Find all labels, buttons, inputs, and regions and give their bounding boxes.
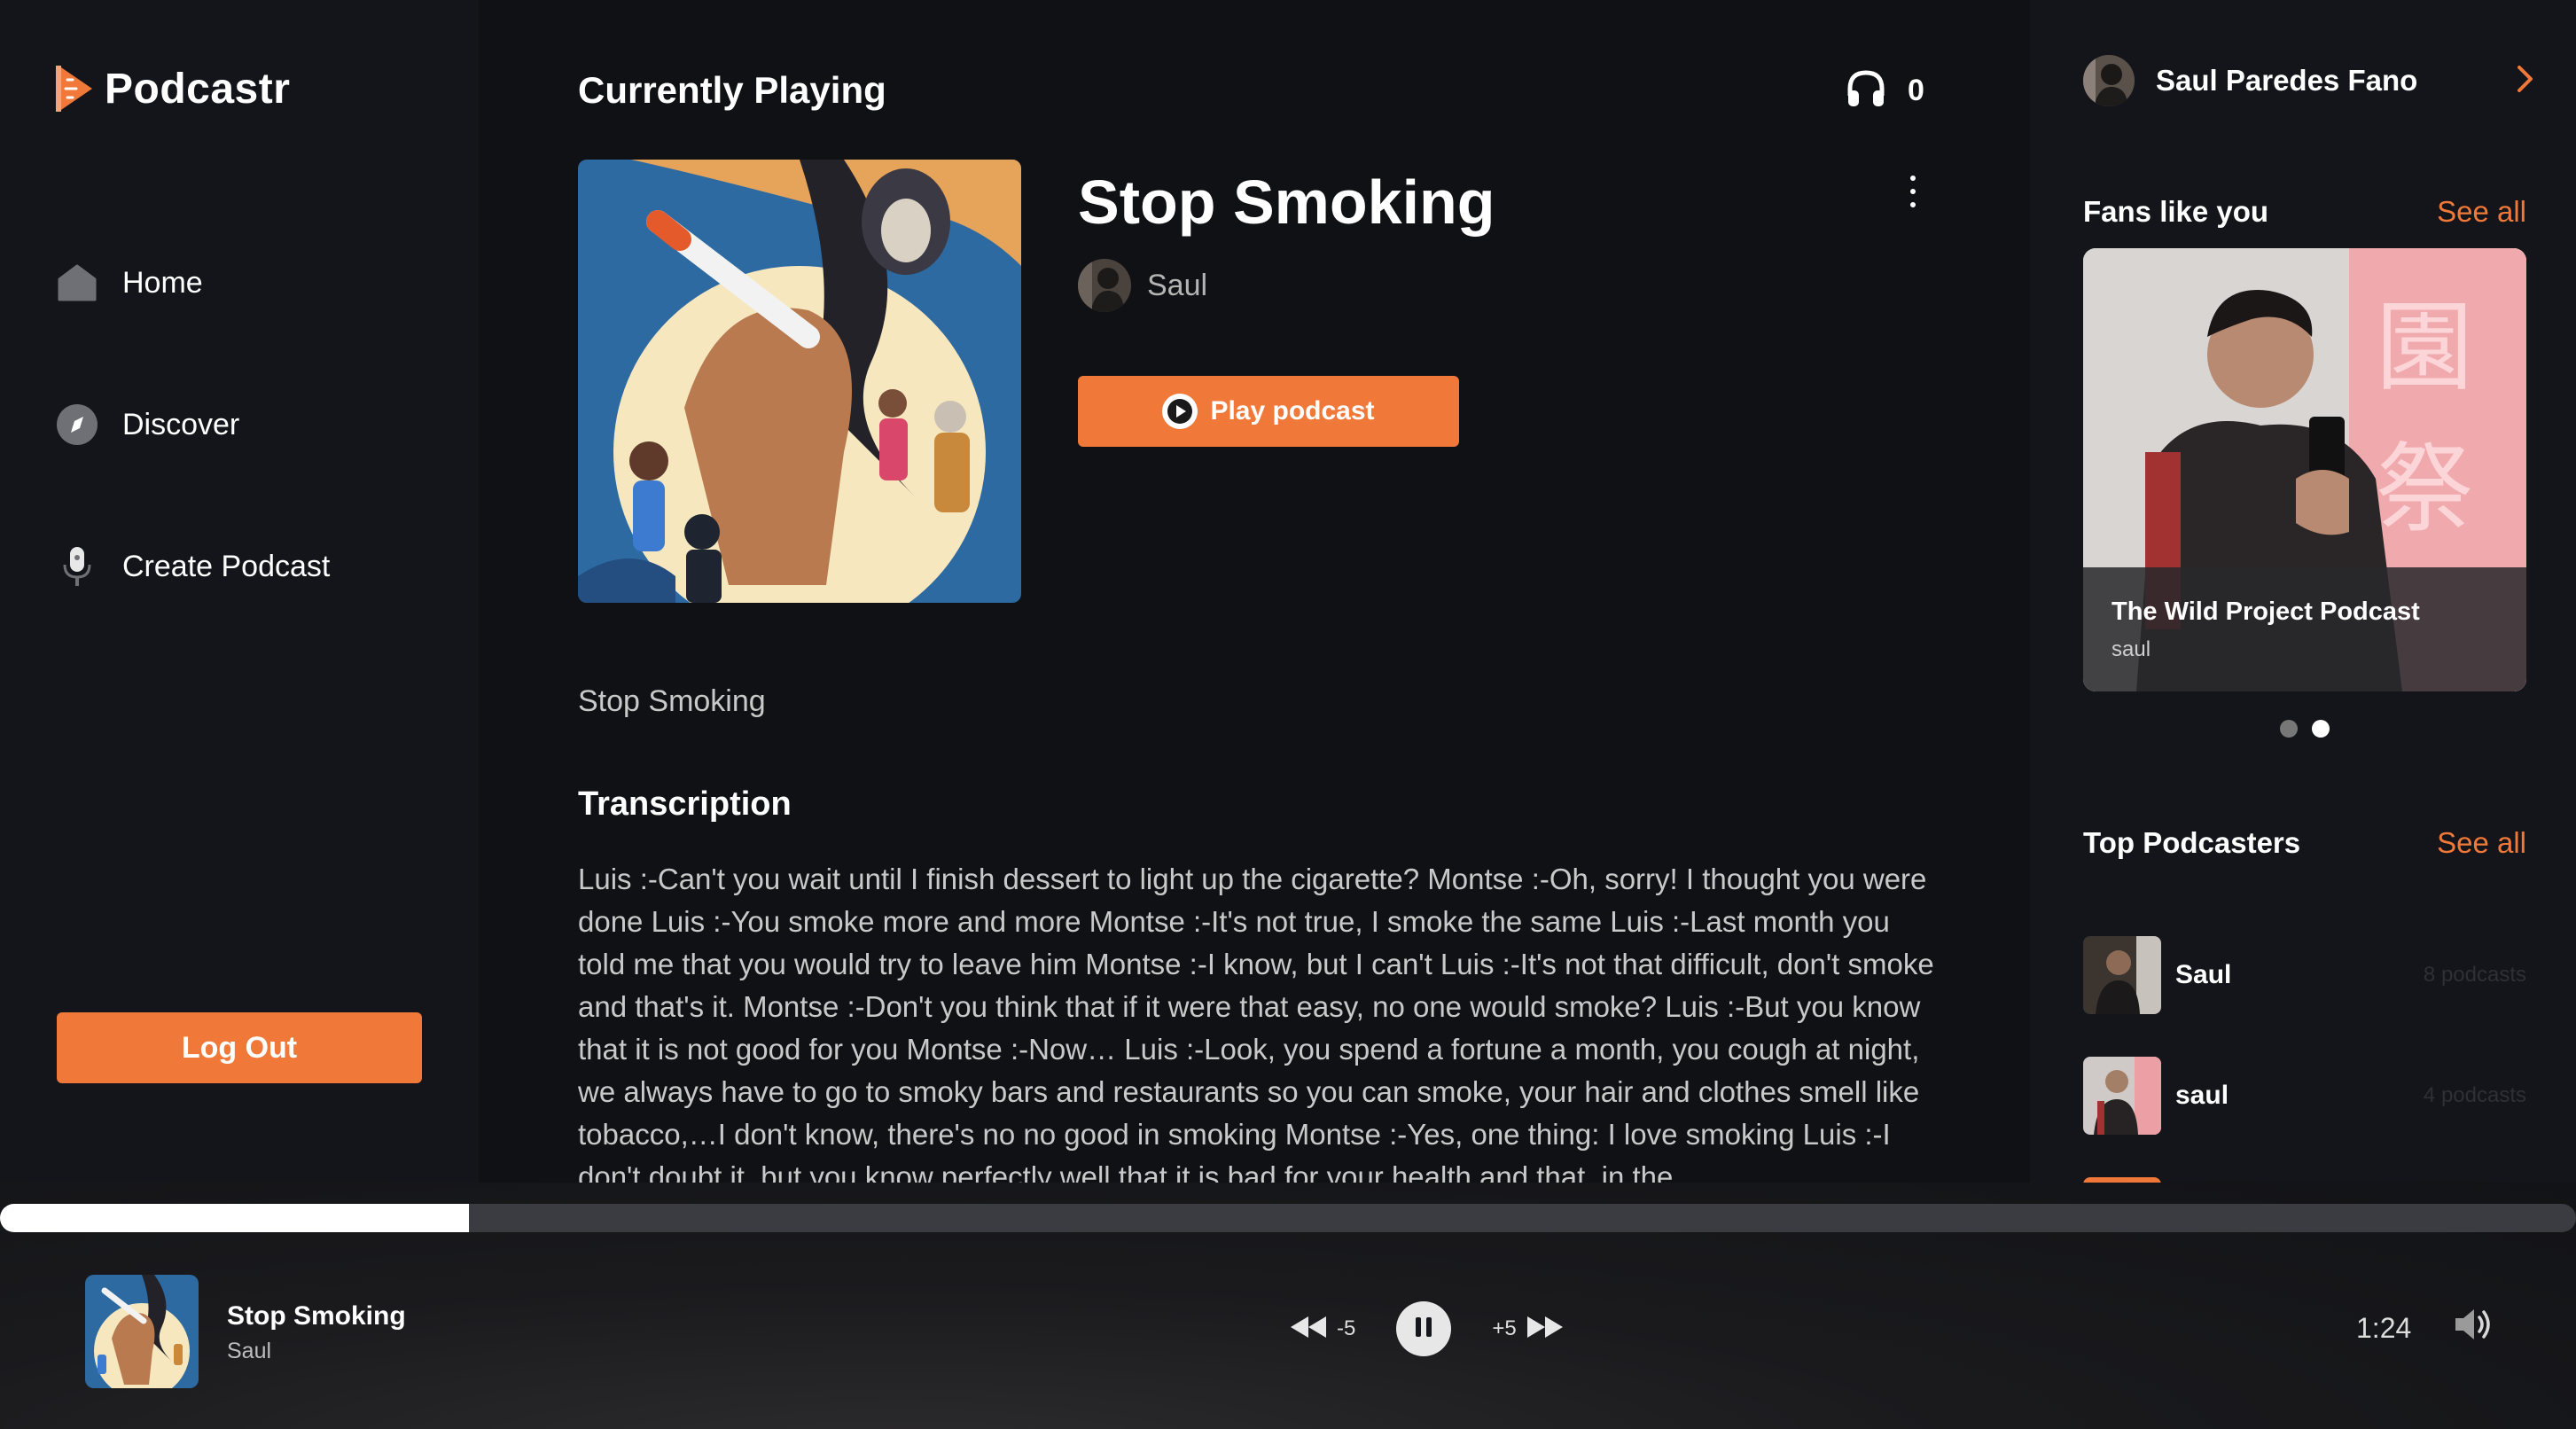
avatar: [1078, 259, 1131, 312]
podcast-cover-image: [578, 160, 1021, 603]
more-options-icon[interactable]: [1904, 176, 1922, 207]
sidebar-item-label: Create Podcast: [122, 549, 331, 583]
podcastr-logo-icon: [55, 64, 96, 113]
now-playing-title: Stop Smoking: [227, 1301, 406, 1331]
left-sidebar: Podcastr Home Discover Create Podcast Lo…: [0, 0, 479, 1183]
fans-section-header: Fans like you See all: [2083, 195, 2526, 229]
podcaster-count: 4 podcasts: [2423, 1083, 2526, 1107]
top-podcasters-see-all-link[interactable]: See all: [2437, 826, 2526, 860]
podcaster-row[interactable]: Saul 8 podcasts: [2083, 936, 2526, 1014]
page-title: Currently Playing: [578, 69, 886, 111]
home-icon: [55, 261, 99, 305]
now-playing-thumbnail[interactable]: [85, 1275, 199, 1388]
podcaster-thumbnail: [2083, 1057, 2161, 1135]
rewind-label: -5: [1337, 1316, 1356, 1340]
volume-button[interactable]: [2452, 1307, 2494, 1347]
transcription-text: Luis :-Can't you wait until I finish des…: [578, 863, 1934, 1183]
pause-button[interactable]: [1396, 1301, 1452, 1356]
volume-icon: [2452, 1309, 2494, 1346]
pause-icon: [1414, 1316, 1433, 1343]
sidebar-item-label: Home: [122, 265, 203, 300]
avatar: [2083, 55, 2135, 106]
user-profile-link[interactable]: Saul Paredes Fano: [2083, 55, 2535, 106]
main-content: Currently Playing 0 Stop Smoking Saul Pl…: [479, 0, 2030, 1183]
rewind-icon: [1289, 1315, 1328, 1344]
podcast-title: Stop Smoking: [1078, 168, 1495, 237]
svg-text:園: 園: [2376, 291, 2473, 404]
fan-podcast-card[interactable]: 園 祭 The Wild Project Podcast saul: [2083, 248, 2526, 691]
progress-fill: [0, 1204, 469, 1232]
top-podcasters-title: Top Podcasters: [2083, 826, 2301, 859]
right-sidebar: Saul Paredes Fano Fans like you See all …: [2030, 0, 2576, 1183]
podcaster-thumbnail: [2083, 936, 2161, 1014]
fan-card-caption: The Wild Project Podcast saul: [2083, 567, 2526, 691]
play-podcast-button[interactable]: Play podcast: [1078, 376, 1459, 447]
author-name: Saul: [1147, 268, 1208, 302]
microphone-icon: [55, 544, 99, 589]
forward-label: +5: [1492, 1316, 1517, 1340]
fan-card-title: The Wild Project Podcast: [2112, 597, 2420, 626]
sidebar-item-discover[interactable]: Discover: [55, 402, 239, 447]
listen-count: 0: [1846, 69, 1924, 113]
playback-controls: -5 +5: [1289, 1301, 1565, 1356]
sidebar-item-home[interactable]: Home: [55, 261, 203, 305]
fan-card-subtitle: saul: [2112, 637, 2151, 661]
play-icon: [1162, 394, 1198, 429]
podcast-description: Stop Smoking: [578, 684, 766, 718]
top-podcasters-header: Top Podcasters See all: [2083, 826, 2526, 860]
now-playing-author: Saul: [227, 1339, 272, 1363]
svg-text:祭: 祭: [2376, 433, 2473, 546]
listen-count-value: 0: [1908, 74, 1924, 107]
chevron-right-icon: [2516, 64, 2535, 98]
sidebar-item-create-podcast[interactable]: Create Podcast: [55, 544, 330, 589]
podcast-author[interactable]: Saul: [1078, 259, 1207, 312]
transcription-heading: Transcription: [578, 785, 792, 823]
sidebar-item-label: Discover: [122, 407, 240, 441]
podcaster-name: saul: [2175, 1081, 2229, 1110]
forward-button[interactable]: +5: [1492, 1315, 1564, 1344]
progress-bar[interactable]: [0, 1204, 2576, 1232]
headphones-icon: [1846, 69, 1886, 113]
app-logo[interactable]: Podcastr: [55, 64, 290, 113]
podcaster-count: 8 podcasts: [2423, 963, 2526, 987]
fans-title: Fans like you: [2083, 195, 2269, 228]
logout-button[interactable]: Log Out: [57, 1012, 422, 1083]
playback-time: 1:24: [2356, 1312, 2412, 1344]
audio-player: Stop Smoking Saul -5 +5 1:24: [0, 1183, 2576, 1429]
carousel-dot-active[interactable]: [2312, 720, 2330, 738]
podcaster-row[interactable]: saul 4 podcasts: [2083, 1057, 2526, 1135]
user-name: Saul Paredes Fano: [2156, 64, 2418, 97]
fans-see-all-link[interactable]: See all: [2437, 195, 2526, 229]
fast-forward-icon: [1526, 1315, 1565, 1344]
compass-icon: [55, 402, 99, 447]
rewind-button[interactable]: -5: [1289, 1315, 1355, 1344]
carousel-dot[interactable]: [2280, 720, 2298, 738]
podcaster-name: Saul: [2175, 960, 2232, 989]
app-name: Podcastr: [105, 65, 291, 113]
carousel-dots: [2280, 720, 2330, 738]
play-button-label: Play podcast: [1210, 396, 1375, 426]
